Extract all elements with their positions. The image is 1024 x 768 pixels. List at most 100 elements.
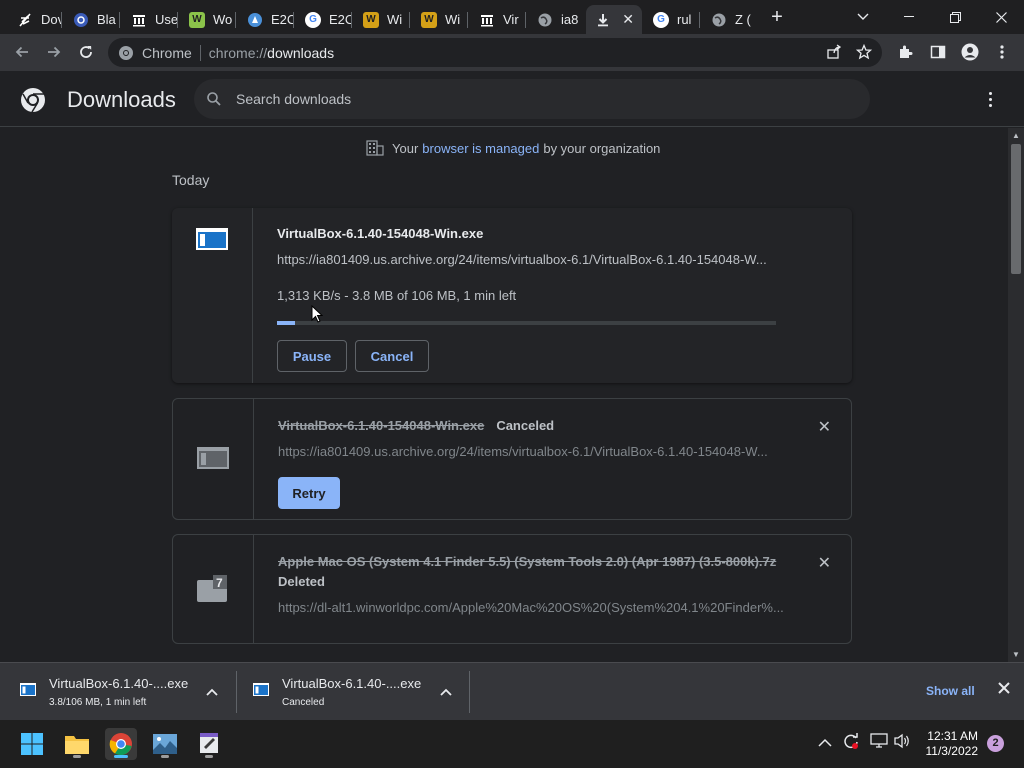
tab-label: Vir xyxy=(503,12,519,27)
shelf-item-2[interactable]: VirtualBox-6.1.40-....exe Canceled xyxy=(237,663,469,720)
restore-button[interactable] xyxy=(932,0,978,34)
extensions-icon[interactable] xyxy=(894,40,918,64)
profile-icon[interactable] xyxy=(958,40,982,64)
tab-dov[interactable]: Dov xyxy=(8,5,62,34)
search-input[interactable] xyxy=(236,91,836,107)
tab-label: E2C xyxy=(271,12,294,27)
tab-z[interactable]: Z ( xyxy=(702,5,758,34)
system-clock[interactable]: 12:31 AM 11/3/2022 xyxy=(920,729,979,759)
tab-wi-2[interactable]: W Wi xyxy=(412,5,468,34)
tab-label: Wo xyxy=(213,12,233,27)
tab-rul[interactable]: G rul xyxy=(644,5,700,34)
download-icon xyxy=(595,12,611,28)
progress-text: 1,313 KB/s - 3.8 MB of 106 MB, 1 min lef… xyxy=(277,288,517,303)
exe-file-icon xyxy=(253,683,269,699)
bookmark-star-icon[interactable] xyxy=(855,43,873,65)
file-url[interactable]: https://ia801409.us.archive.org/24/items… xyxy=(277,252,767,267)
photos-app-icon[interactable] xyxy=(149,728,181,760)
cancel-button[interactable]: Cancel xyxy=(355,340,429,372)
tab-e2c-1[interactable]: E2C xyxy=(238,5,294,34)
tab-use[interactable]: Use xyxy=(122,5,178,34)
scroll-up-icon[interactable]: ▲ xyxy=(1012,131,1020,140)
file-name: VirtualBox-6.1.40-154048-Win.exe xyxy=(278,418,485,433)
remove-item-icon[interactable]: ✕ xyxy=(818,553,831,573)
chevron-up-icon[interactable] xyxy=(206,683,218,699)
mouse-cursor-icon xyxy=(311,304,324,328)
downloads-header: Downloads xyxy=(0,71,1024,127)
side-panel-icon[interactable] xyxy=(926,40,950,64)
downloads-list: Your browser is managed by your organiza… xyxy=(0,128,1008,662)
google-icon: G xyxy=(653,11,669,28)
minimize-button[interactable] xyxy=(886,0,932,34)
exe-file-icon xyxy=(196,228,228,252)
e2c-icon xyxy=(247,12,263,28)
scroll-down-icon[interactable]: ▼ xyxy=(1012,650,1020,659)
w-gold-icon: W xyxy=(363,11,379,28)
back-button[interactable] xyxy=(10,40,34,64)
w-gold-icon: W xyxy=(421,11,437,28)
svg-text:7: 7 xyxy=(216,576,223,590)
url-text: chrome://downloads xyxy=(208,44,335,61)
file-name-row: VirtualBox-6.1.40-154048-Win.exe Canceled xyxy=(278,418,554,433)
date-section-label: Today xyxy=(172,172,210,188)
more-actions-icon[interactable] xyxy=(981,89,999,109)
tab-wi-1[interactable]: W Wi xyxy=(354,5,410,34)
feather-icon xyxy=(17,12,33,28)
file-explorer-icon[interactable] xyxy=(61,728,93,760)
tab-e2c-2[interactable]: G E2C xyxy=(296,5,352,34)
tab-ia8[interactable]: ia8 xyxy=(528,5,584,34)
tab-label: Wi xyxy=(445,12,461,27)
menu-icon[interactable] xyxy=(990,40,1014,64)
status-label: Canceled xyxy=(496,418,555,433)
chrome-taskbar-icon[interactable] xyxy=(105,728,137,760)
scrollbar[interactable]: ▲ ▼ xyxy=(1008,128,1024,662)
globe-icon xyxy=(537,12,553,28)
managed-link[interactable]: browser is managed xyxy=(422,141,539,156)
progress-bar xyxy=(277,321,776,325)
tab-search-icon[interactable] xyxy=(840,0,886,34)
wheel-icon xyxy=(73,12,89,28)
new-tab-button[interactable]: + xyxy=(767,6,787,28)
share-icon[interactable] xyxy=(826,44,842,65)
close-tab-icon[interactable]: ✕ xyxy=(622,11,634,28)
close-shelf-icon[interactable] xyxy=(998,681,1010,699)
archive-icon xyxy=(479,12,495,28)
exe-file-icon-gray xyxy=(197,447,229,471)
chevron-up-tray-icon[interactable] xyxy=(818,734,832,750)
globe-icon xyxy=(711,12,727,28)
tab-vir[interactable]: Vir xyxy=(470,5,526,34)
search-downloads-box[interactable] xyxy=(194,79,870,119)
file-name: Apple Mac OS (System 4.1 Finder 5.5) (Sy… xyxy=(278,554,777,569)
tab-label: E2C xyxy=(329,12,352,27)
chrome-icon xyxy=(118,45,134,61)
page-title: Downloads xyxy=(67,87,176,112)
tab-label: Z ( xyxy=(735,12,751,27)
remove-item-icon[interactable]: ✕ xyxy=(818,417,831,437)
tab-label: Bla xyxy=(97,12,116,27)
tab-strip: Dov Bla Use W Wo E2C G E2C W Wi W Wi Vir… xyxy=(0,0,1024,34)
reload-button[interactable] xyxy=(74,40,98,64)
network-icon[interactable] xyxy=(870,733,888,752)
close-window-button[interactable] xyxy=(978,0,1024,34)
retry-button[interactable]: Retry xyxy=(278,477,340,509)
volume-icon[interactable] xyxy=(893,733,911,752)
file-name[interactable]: VirtualBox-6.1.40-154048-Win.exe xyxy=(277,226,483,241)
notification-badge[interactable]: 2 xyxy=(987,735,1004,752)
forward-button[interactable] xyxy=(42,40,66,64)
windows-start-icon[interactable] xyxy=(16,728,48,760)
editor-app-icon[interactable] xyxy=(193,728,225,760)
tab-wo[interactable]: W Wo xyxy=(180,5,236,34)
chevron-up-icon[interactable] xyxy=(440,683,452,699)
shelf-item-1[interactable]: VirtualBox-6.1.40-....exe 3.8/106 MB, 1 … xyxy=(0,663,236,720)
sync-icon[interactable] xyxy=(842,732,860,753)
tab-bla[interactable]: Bla xyxy=(64,5,120,34)
tab-downloads[interactable]: ✕ xyxy=(586,5,642,34)
address-bar[interactable]: Chrome chrome://downloads xyxy=(108,38,882,67)
pause-button[interactable]: Pause xyxy=(277,340,347,372)
download-item-deleted: 7 Apple Mac OS (System 4.1 Finder 5.5) (… xyxy=(172,534,852,644)
managed-notice: Your browser is managed by your organiza… xyxy=(366,140,660,156)
scrollbar-thumb[interactable] xyxy=(1011,144,1021,274)
archive-icon xyxy=(131,12,147,28)
show-all-button[interactable]: Show all xyxy=(926,684,975,698)
exe-file-icon xyxy=(20,683,36,699)
